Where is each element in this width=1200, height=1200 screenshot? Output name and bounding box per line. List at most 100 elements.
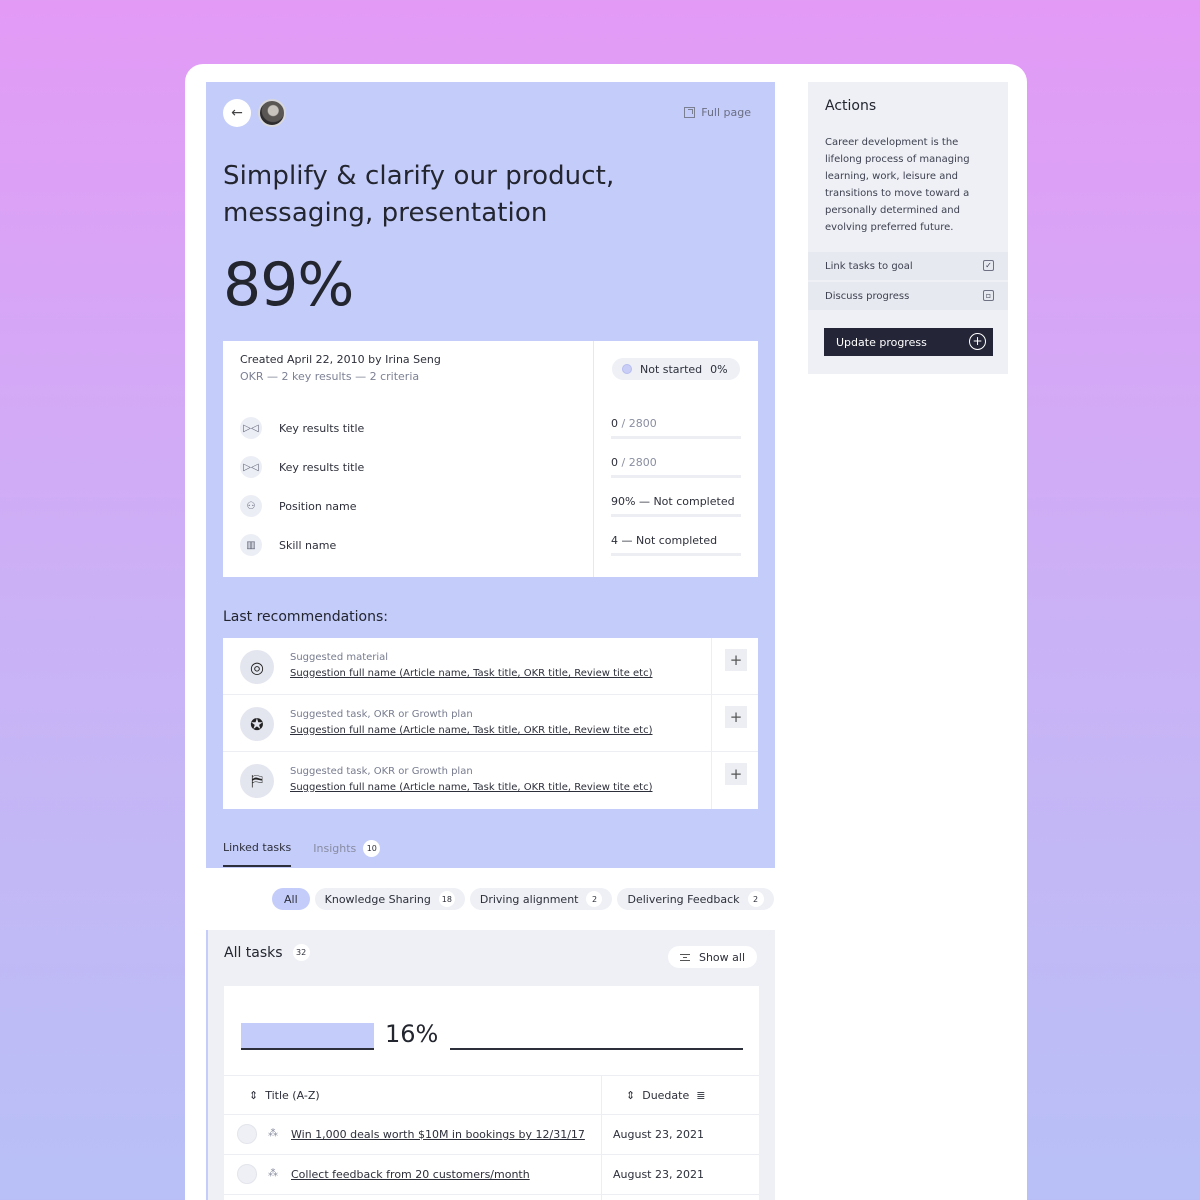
tab-label: Insights <box>313 842 357 855</box>
divider <box>711 752 712 809</box>
task-due-date: August 23, 2021 <box>613 1128 704 1141</box>
key-result-value: 0 / 2800 <box>611 417 741 439</box>
actions-description: Career development is the lifelong proce… <box>825 137 970 233</box>
tasks-count-badge: 32 <box>292 944 310 961</box>
task-checkbox[interactable] <box>237 1164 257 1184</box>
recommendations-heading: Last recommendations: <box>223 609 388 625</box>
task-title-link[interactable]: Collect feedback from 20 customers/month <box>291 1168 530 1181</box>
plus-icon: + <box>729 651 743 669</box>
column-title-label: Title (A-Z) <box>265 1089 320 1102</box>
divider <box>711 695 712 752</box>
status-label: Not started <box>640 362 703 376</box>
action-label: Discuss progress <box>825 290 910 302</box>
task-checkbox[interactable] <box>237 1124 257 1144</box>
key-result-target: / 2800 <box>618 417 657 430</box>
actions-panel: Actions Career development is the lifelo… <box>808 82 1008 374</box>
recommendation-type: Suggested task, OKR or Growth plan <box>290 766 473 777</box>
goal-panel: ← Full page Simplify & clarify our produ… <box>206 82 775 868</box>
divider <box>711 638 712 695</box>
tab-count-badge: 10 <box>363 840 381 857</box>
sort-duedate-header[interactable]: ⇕ Duedate ≣ <box>626 1089 705 1102</box>
material-icon: ◎ <box>240 650 274 684</box>
chip-knowledge-sharing[interactable]: Knowledge Sharing 18 <box>314 888 465 910</box>
calendar-icon: ▫ <box>983 290 994 301</box>
status-dot-icon <box>622 364 632 374</box>
action-label: Link tasks to goal <box>825 260 913 272</box>
progress-bar-track <box>450 1048 743 1050</box>
goal-title: Simplify & clarify our product, messagin… <box>223 161 615 228</box>
task-title-link[interactable]: Win 1,000 deals worth $10M in bookings b… <box>291 1128 585 1141</box>
expand-icon <box>684 107 696 118</box>
column-duedate-label: Duedate <box>642 1089 690 1102</box>
task-due-date: August 23, 2021 <box>613 1168 704 1181</box>
people-icon: ⁂ <box>268 1128 278 1139</box>
tab-label: Linked tasks <box>223 841 292 854</box>
sort-icon: ⇕ <box>626 1089 636 1102</box>
goal-info-left: Created April 22, 2010 by Irina Seng OKR… <box>223 341 594 577</box>
full-page-label: Full page <box>701 106 751 119</box>
filter-chips: All Knowledge Sharing 18 Driving alignmen… <box>272 888 774 910</box>
add-recommendation-button[interactable]: + <box>725 763 747 785</box>
skill-value: 4 — Not completed <box>611 534 741 556</box>
skill-row[interactable]: ▥ Skill name <box>240 534 336 556</box>
key-result-row[interactable]: ▷◁ Key results title <box>240 417 364 439</box>
add-recommendation-button[interactable]: + <box>725 649 747 671</box>
sort-title-header[interactable]: ⇕ Title (A-Z) <box>249 1089 320 1102</box>
status-percent: 0% <box>710 362 728 376</box>
task-icon: ✪ <box>240 707 274 741</box>
tab-linked-tasks[interactable]: Linked tasks <box>223 840 292 867</box>
progress-label: 16% <box>385 1020 439 1048</box>
status-badge[interactable]: Not started 0% <box>612 358 740 380</box>
chip-count: 2 <box>747 891 764 907</box>
table-header: ⇕ Title (A-Z) ⇕ Duedate ≣ <box>224 1075 759 1115</box>
chip-count: 2 <box>586 891 603 907</box>
show-all-button[interactable]: Show all <box>667 946 757 968</box>
link-tasks-button[interactable]: Link tasks to goal ✓ <box>808 252 1008 280</box>
full-page-link[interactable]: Full page <box>684 106 751 119</box>
recommendation-item: ✪ Suggested task, OKR or Growth plan Sug… <box>223 695 758 752</box>
skill-label: Skill name <box>279 538 337 552</box>
tab-insights[interactable]: Insights 10 <box>313 840 381 867</box>
key-result-current: 0 <box>611 417 618 430</box>
chip-label: Driving alignment <box>479 892 579 906</box>
back-button[interactable]: ← <box>223 99 251 127</box>
goal-detail-card: ← Full page Simplify & clarify our produ… <box>185 64 1027 1200</box>
recommendation-type: Suggested task, OKR or Growth plan <box>290 709 473 720</box>
recommendations-list: ◎ Suggested material Suggestion full nam… <box>223 638 758 809</box>
filter-icon <box>679 953 690 961</box>
discuss-progress-button[interactable]: Discuss progress ▫ <box>808 282 1008 310</box>
goal-percent: 89% <box>223 250 354 320</box>
progress-bar-fill <box>241 1023 374 1050</box>
skill-icon: ▥ <box>240 534 262 556</box>
chip-all[interactable]: All <box>272 888 310 910</box>
created-text: Created April 22, 2010 by Irina Seng <box>240 353 441 366</box>
plus-circle-icon: + <box>969 333 986 350</box>
update-progress-button[interactable]: Update progress + <box>824 328 993 356</box>
key-result-label: Key results title <box>279 460 365 474</box>
update-progress-label: Update progress <box>836 335 927 349</box>
tab-bar: Linked tasks Insights 10 <box>223 840 381 867</box>
chip-count: 18 <box>438 891 455 907</box>
key-result-icon: ▷◁ <box>240 456 262 478</box>
people-icon: ⁂ <box>268 1168 278 1179</box>
tasks-table: 16% ⇕ Title (A-Z) ⇕ Duedate ≣ ⁂ Win 1,00… <box>224 986 759 1200</box>
key-result-row[interactable]: ▷◁ Key results title <box>240 456 364 478</box>
recommendation-link[interactable]: Suggestion full name (Article name, Task… <box>290 725 653 736</box>
key-result-target: / 2800 <box>618 456 657 469</box>
tasks-header: All tasks 32 <box>224 944 310 961</box>
position-row[interactable]: ⚇ Position name <box>240 495 357 517</box>
chip-driving-alignment[interactable]: Driving alignment 2 <box>469 888 613 910</box>
chip-label: All <box>284 892 298 906</box>
recommendation-link[interactable]: Suggestion full name (Article name, Task… <box>290 668 653 679</box>
growth-plan-icon: ⛿ <box>240 764 274 798</box>
table-row: ⁂ Collect feedback from 20 customers/mon… <box>224 1155 759 1195</box>
chip-delivering-feedback[interactable]: Delivering Feedback 2 <box>617 888 774 910</box>
tasks-progress: 16% <box>241 1020 743 1050</box>
recommendation-link[interactable]: Suggestion full name (Article name, Task… <box>290 782 653 793</box>
add-recommendation-button[interactable]: + <box>725 706 747 728</box>
chip-label: Delivering Feedback <box>627 892 740 906</box>
arrow-left-icon: ← <box>231 105 243 121</box>
position-icon: ⚇ <box>240 495 262 517</box>
plus-icon: + <box>729 765 743 783</box>
avatar[interactable] <box>258 99 286 127</box>
